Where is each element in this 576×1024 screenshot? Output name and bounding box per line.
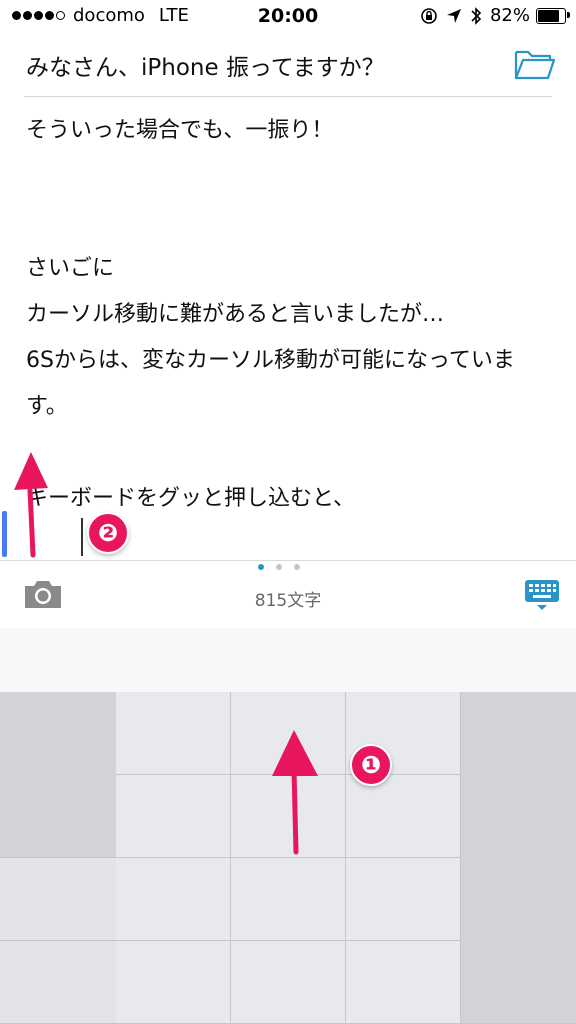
keyboard-key[interactable] [346,775,461,858]
rotation-lock-icon [420,7,438,25]
keyboard-key[interactable] [116,941,231,1024]
keyboard-key[interactable] [231,692,346,775]
bluetooth-icon [470,6,482,26]
body-line: カーソル移動に難があると言いましたが… [26,302,445,327]
selection-cursor[interactable] [2,511,7,557]
annotation-badge-1: ❶ [350,744,392,786]
status-bar: docomo LTE 20:00 82% [0,0,576,34]
document-title[interactable]: みなさん、iPhone 振ってますか？ [26,48,385,82]
keyboard-key[interactable] [346,858,461,941]
screen: docomo LTE 20:00 82% みなさん、iPhone 振ってますか？ [0,0,576,1024]
keyboard-key[interactable] [346,941,461,1024]
keyboard[interactable] [0,692,576,1024]
battery-percent: 82% [489,5,530,26]
keyboard-key[interactable] [231,941,346,1024]
keyboard-key[interactable] [231,775,346,858]
keyboard-key[interactable] [231,858,346,941]
body-line: さいごに [26,256,115,281]
body-line: そういった場合でも、一振り！ [26,118,334,143]
keyboard-side-key[interactable] [0,941,116,1024]
body-line [26,200,554,246]
keyboard-key[interactable] [116,692,231,775]
keyboard-toggle-button[interactable] [524,578,560,612]
body-line [26,154,554,200]
page-indicator [258,564,312,570]
folder-icon [514,50,556,80]
keyboard-suggestion-bar [0,628,576,693]
document-body[interactable]: そういった場合でも、一振り！ さいごに カーソル移動に難があると言いましたが… … [26,108,554,522]
toolbar: 815文字 [0,560,576,629]
character-count: 815文字 [254,591,322,611]
location-arrow-icon [446,8,462,24]
battery-level [538,9,560,22]
keyboard-key[interactable] [116,858,231,941]
annotation-badge-2: ❷ [87,512,129,554]
body-line [26,430,554,476]
keyboard-key[interactable] [116,775,231,858]
page-dot [294,564,300,570]
keyboard-icon [525,580,559,610]
text-caret [81,518,83,556]
folder-button[interactable] [514,48,556,82]
keyboard-side-key[interactable] [461,692,576,1024]
body-line: 6Sからは、変なカーソル移動が可能になっています。 [26,348,515,419]
page-dot [276,564,282,570]
page-dot [258,564,264,570]
keyboard-side-key[interactable] [0,858,116,941]
keyboard-side-key[interactable] [0,692,116,858]
status-right: 82% [420,5,570,26]
title-row: みなさん、iPhone 振ってますか？ [24,34,556,97]
battery-icon [536,7,570,24]
